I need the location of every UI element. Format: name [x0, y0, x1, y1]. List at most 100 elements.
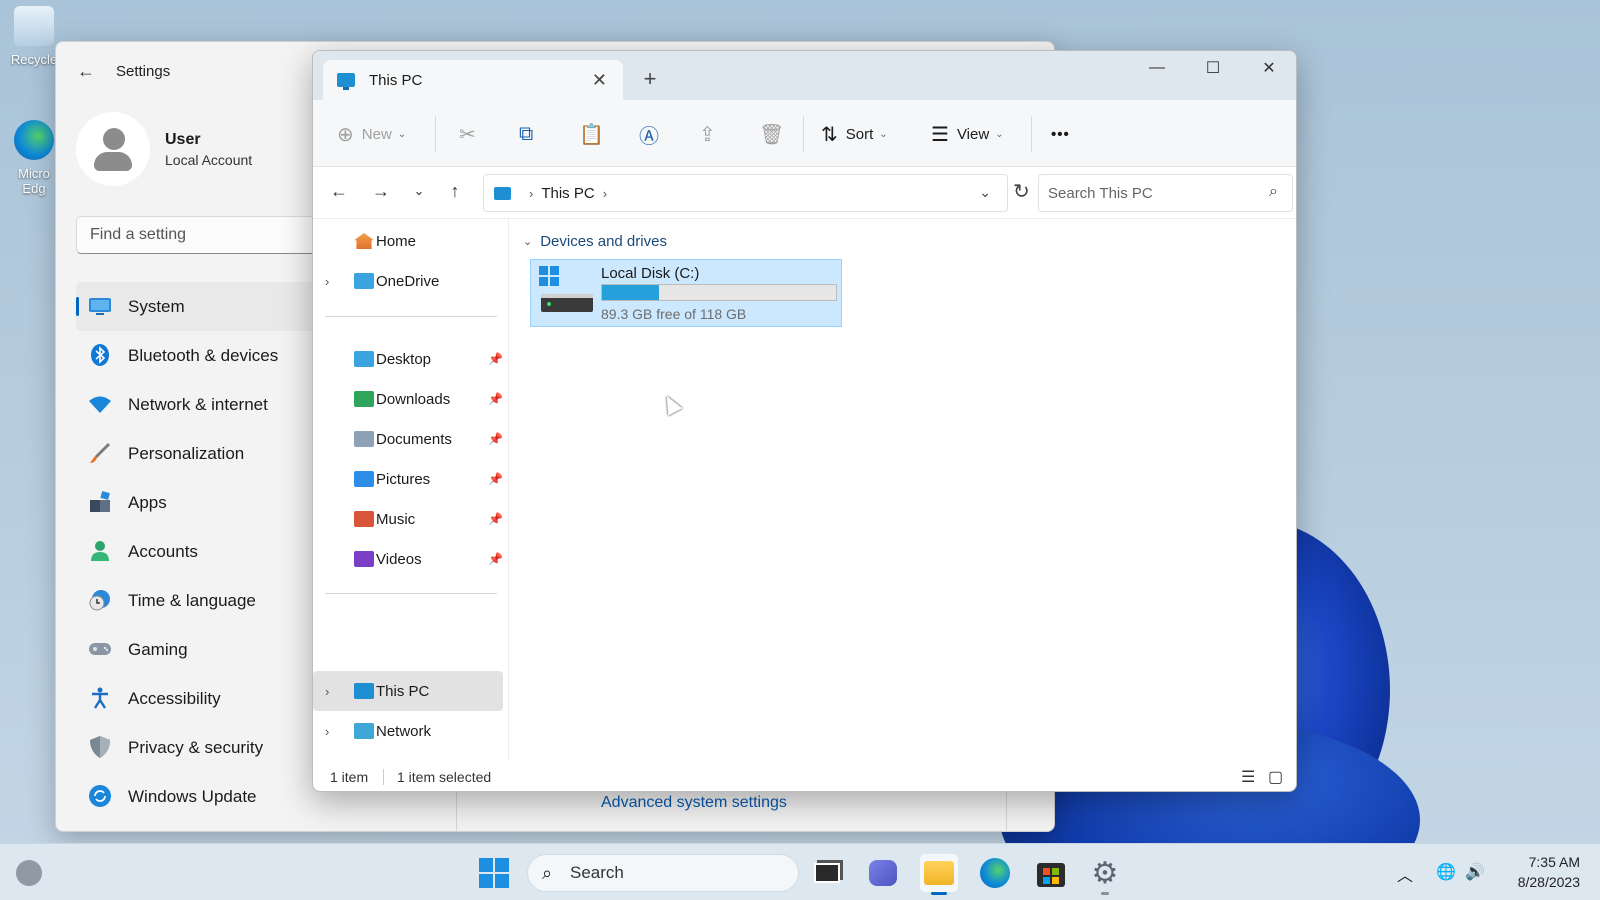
copy-button[interactable]: ⧉ — [519, 122, 541, 146]
start-button[interactable] — [475, 854, 513, 892]
apps-icon — [90, 491, 110, 512]
widgets-button[interactable] — [10, 854, 48, 892]
drive-usage-fill — [602, 285, 659, 300]
tab-this-pc[interactable]: This PC ✕ — [323, 60, 623, 100]
content-pane: ⌄ Devices and drives Local Disk (C:) 89.… — [510, 219, 1296, 761]
gamepad-icon — [89, 643, 111, 655]
back-button[interactable]: ← — [325, 181, 353, 205]
nav-this-pc[interactable]: › This PC — [313, 671, 503, 711]
desktop-icon-edge[interactable]: Micro Edg — [6, 120, 62, 196]
clock[interactable]: 7:35 AM 8/28/2023 — [1500, 852, 1580, 892]
nav-item-label: Privacy & security — [128, 737, 264, 757]
group-header[interactable]: ⌄ Devices and drives — [523, 233, 667, 250]
wifi-icon — [89, 396, 111, 413]
file-explorer-taskbar-button[interactable] — [920, 854, 958, 895]
sort-button[interactable]: ⇅ Sort ⌄ — [821, 122, 888, 146]
see-more-button[interactable]: ••• — [1051, 122, 1070, 146]
copy-icon: ⧉ — [519, 122, 534, 145]
chevron-down-icon: ⌄ — [397, 128, 407, 140]
pin-icon[interactable]: 📌 — [488, 352, 503, 366]
close-tab-icon[interactable]: ✕ — [592, 70, 607, 91]
paste-button[interactable]: 📋 — [579, 122, 612, 146]
view-button[interactable]: ☰ View ⌄ — [931, 122, 1004, 146]
pin-icon[interactable]: 📌 — [488, 552, 503, 566]
chevron-down-icon[interactable]: ⌄ — [979, 184, 991, 201]
chevron-right-icon[interactable]: › — [325, 274, 329, 289]
more-icon: ••• — [1051, 125, 1070, 143]
nav-videos[interactable]: Videos 📌 — [313, 539, 503, 579]
divider — [325, 593, 497, 594]
divider — [383, 769, 384, 785]
drive-icon — [539, 266, 593, 312]
nav-item-label: Windows Update — [128, 786, 257, 806]
edge-icon — [980, 858, 1010, 888]
nav-pictures[interactable]: Pictures 📌 — [313, 459, 503, 499]
back-arrow-icon: ← — [330, 181, 348, 201]
minimize-button[interactable]: — — [1129, 51, 1185, 85]
large-icons-view-button[interactable]: ▢ — [1268, 767, 1283, 787]
new-button[interactable]: ⊕ New ⌄ — [337, 122, 406, 146]
forward-button[interactable]: → — [367, 181, 395, 205]
nav-music[interactable]: Music 📌 — [313, 499, 503, 539]
up-button[interactable]: ↑ — [441, 181, 469, 205]
clock-time: 7:35 AM — [1528, 854, 1580, 870]
recent-locations-button[interactable]: ⌄ — [405, 183, 433, 207]
new-tab-button[interactable]: + — [635, 66, 665, 94]
maximize-button[interactable]: ☐ — [1185, 51, 1241, 85]
settings-title: Settings — [116, 62, 171, 80]
chat-button[interactable] — [864, 854, 902, 892]
search-input[interactable]: Search This PC ⌕ — [1038, 174, 1293, 212]
store-taskbar-button[interactable] — [1032, 854, 1070, 892]
address-bar[interactable]: › This PC › ⌄ — [483, 174, 1008, 212]
sort-arrows-icon: ⇅ — [821, 123, 838, 146]
back-button[interactable]: ← — [66, 51, 106, 91]
show-hidden-icons-chevron-icon[interactable]: ︿ — [1397, 862, 1413, 886]
desktop-icon-label: Recycle — [10, 52, 58, 67]
pin-icon[interactable]: 📌 — [488, 392, 503, 406]
refresh-button[interactable]: ↻ — [1013, 179, 1030, 204]
breadcrumb-this-pc[interactable]: This PC — [541, 185, 594, 202]
desktop-icon-recycle-bin[interactable]: Recycle — [6, 6, 62, 67]
globe-network-icon[interactable]: 🌐 — [1436, 862, 1456, 882]
share-button[interactable]: ⇪ — [699, 122, 724, 146]
nav-downloads[interactable]: Downloads 📌 — [313, 379, 503, 419]
person-icon — [91, 541, 109, 561]
nav-documents[interactable]: Documents 📌 — [313, 419, 503, 459]
nav-network[interactable]: › Network — [313, 711, 503, 751]
nav-home[interactable]: Home — [313, 221, 503, 261]
taskbar-search[interactable]: ⌕ Search — [527, 854, 799, 892]
delete-button[interactable]: 🗑 — [759, 122, 792, 146]
pin-icon[interactable]: 📌 — [488, 472, 503, 486]
nav-item-label: System — [128, 296, 185, 316]
search-icon: ⌕ — [542, 863, 553, 883]
divider — [435, 116, 436, 152]
rename-button[interactable]: Ⓐ — [639, 122, 667, 148]
settings-taskbar-button[interactable]: ⚙ — [1086, 854, 1124, 895]
cut-button[interactable]: ✂ — [459, 122, 484, 146]
chat-icon — [869, 860, 897, 886]
details-view-button[interactable]: ☰ — [1241, 767, 1255, 787]
pin-icon[interactable]: 📌 — [488, 432, 503, 446]
chevron-right-icon[interactable]: › — [325, 724, 329, 739]
task-view-button[interactable] — [808, 854, 846, 892]
edge-taskbar-button[interactable] — [976, 854, 1014, 892]
chevron-right-icon[interactable]: › — [603, 186, 607, 201]
music-folder-icon — [354, 511, 374, 527]
drive-tile-c[interactable]: Local Disk (C:) 89.3 GB free of 118 GB — [530, 259, 842, 327]
chevron-right-icon[interactable]: › — [325, 684, 329, 699]
clock-globe-icon — [89, 590, 110, 611]
close-button[interactable]: ✕ — [1241, 51, 1296, 85]
chevron-right-icon: › — [529, 185, 534, 201]
command-bar: ⊕ New ⌄ ✂ ⧉ 📋 Ⓐ ⇪ 🗑 ⇅ Sort ⌄ ☰ View ⌄ ••… — [313, 100, 1296, 167]
plus-circle-icon: ⊕ — [337, 123, 354, 146]
up-arrow-icon: ↑ — [450, 181, 460, 201]
status-bar: 1 item 1 item selected ☰ ▢ — [313, 761, 1296, 791]
nav-onedrive[interactable]: › OneDrive — [313, 261, 503, 301]
speaker-icon[interactable]: 🔊 — [1465, 862, 1485, 882]
nav-label: Downloads — [376, 390, 451, 408]
rename-icon: Ⓐ — [639, 125, 659, 148]
user-profile[interactable]: User Local Account — [76, 112, 252, 186]
nav-desktop[interactable]: Desktop 📌 — [313, 339, 503, 379]
pin-icon[interactable]: 📌 — [488, 512, 503, 526]
advanced-system-settings-link[interactable]: Advanced system settings — [601, 794, 787, 812]
